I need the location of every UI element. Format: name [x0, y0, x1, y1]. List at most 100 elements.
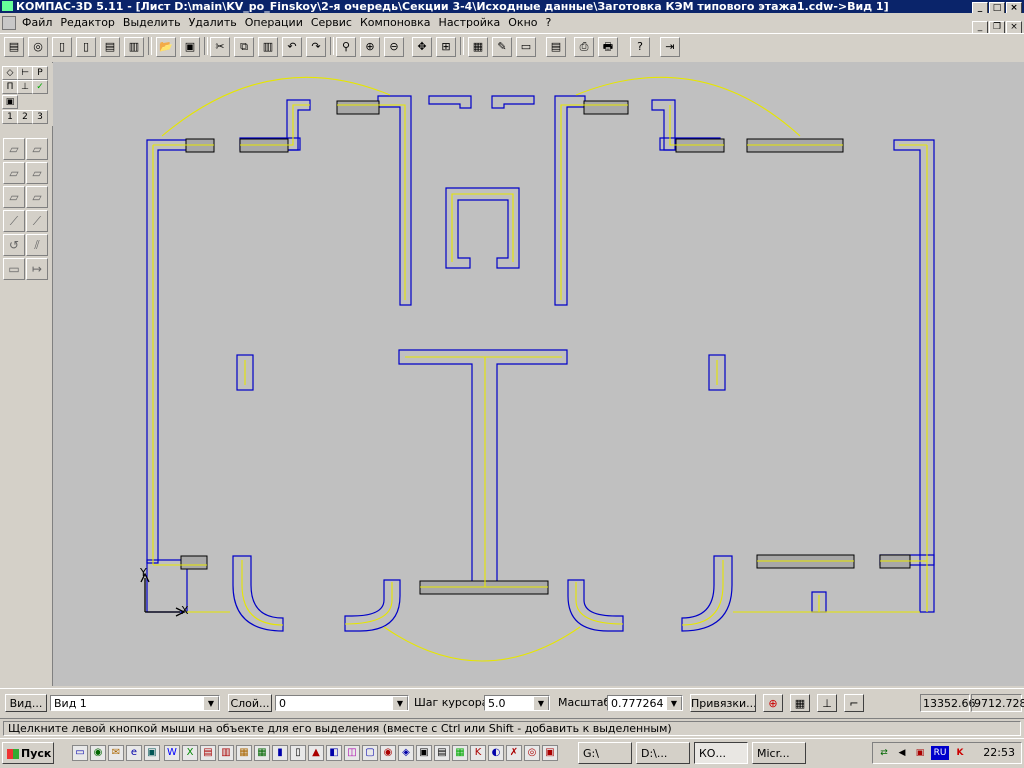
cursor-step-select[interactable]: 5.0 ▼ — [484, 695, 550, 711]
menu-layout[interactable]: Компоновка — [356, 16, 435, 29]
chevron-down-icon[interactable]: ▼ — [533, 696, 549, 710]
cut-icon[interactable]: ✂ — [210, 37, 230, 57]
floor-plan[interactable]: Y X — [53, 62, 1024, 686]
app-k-icon[interactable]: ✗ — [506, 745, 522, 761]
scale-icon[interactable]: ▱ — [3, 162, 25, 184]
desktop-icon[interactable]: ▭ — [72, 745, 88, 761]
zoom-out-icon[interactable]: ⊖ — [384, 37, 404, 57]
context-help-icon[interactable]: ? — [630, 37, 650, 57]
new-drawing-icon[interactable]: ▤ — [4, 37, 24, 57]
volume-icon[interactable]: ◀ — [895, 746, 909, 760]
document-icon[interactable] — [2, 16, 16, 30]
app-m-icon[interactable]: ▣ — [542, 745, 558, 761]
deform-icon[interactable]: ▱ — [26, 186, 48, 208]
mirror-icon[interactable]: ▱ — [26, 162, 48, 184]
app-c-icon[interactable]: ▢ — [362, 745, 378, 761]
menu-settings[interactable]: Настройка — [435, 16, 505, 29]
close-button[interactable]: × — [1006, 2, 1022, 13]
copy-icon[interactable]: ⧉ — [234, 37, 254, 57]
menu-help[interactable]: ? — [542, 16, 556, 29]
extend-icon[interactable]: ⟋ — [26, 210, 48, 232]
new-document-icon[interactable]: ▯ — [52, 37, 72, 57]
edit-icon[interactable]: ✎ — [492, 37, 512, 57]
acrobat-icon[interactable]: ▲ — [308, 745, 324, 761]
window-icon[interactable]: ▭ — [516, 37, 536, 57]
task-drive-d[interactable]: D:\... — [636, 742, 690, 764]
menu-select[interactable]: Выделить — [119, 16, 185, 29]
minimize-button[interactable]: _ — [972, 2, 988, 13]
chevron-down-icon[interactable]: ▼ — [203, 696, 219, 710]
app-i-icon[interactable]: K — [470, 745, 486, 761]
menu-operations[interactable]: Операции — [241, 16, 307, 29]
menu-editor[interactable]: Редактор — [56, 16, 119, 29]
drawing-canvas[interactable]: Y X — [53, 62, 1024, 686]
view-button[interactable]: Вид... — [5, 694, 47, 712]
projector-icon[interactable]: ▮ — [272, 745, 288, 761]
app-g-icon[interactable]: ▤ — [434, 745, 450, 761]
zoom-in-icon[interactable]: ⊕ — [360, 37, 380, 57]
hatch-icon[interactable]: ⫽ — [26, 234, 48, 256]
language-indicator[interactable]: RU — [931, 746, 949, 760]
new-text-icon[interactable]: ▯ — [76, 37, 96, 57]
grid-icon[interactable]: ▦ — [790, 694, 810, 712]
tool-icon[interactable]: ▯ — [290, 745, 306, 761]
round-icon[interactable]: ⌐ — [844, 694, 864, 712]
app-e-icon[interactable]: ◈ — [398, 745, 414, 761]
calculator-icon[interactable]: ▦ — [254, 745, 270, 761]
trim-icon[interactable]: ⟋ — [3, 210, 25, 232]
new-part-icon[interactable]: ▥ — [124, 37, 144, 57]
print-icon[interactable]: 🖶 — [598, 37, 618, 57]
menu-service[interactable]: Сервис — [307, 16, 356, 29]
powerpoint-icon[interactable]: ▥ — [218, 745, 234, 761]
move-icon[interactable]: ▱ — [3, 138, 25, 160]
task-microsoft[interactable]: Micr... — [752, 742, 806, 764]
snaps-button[interactable]: Привязки... — [690, 694, 756, 712]
mail-icon[interactable]: ✉ — [108, 745, 124, 761]
calc-icon[interactable]: ▦ — [468, 37, 488, 57]
menu-file[interactable]: Файл — [18, 16, 56, 29]
app-d-icon[interactable]: ◉ — [380, 745, 396, 761]
layers-icon[interactable]: ▣ — [2, 95, 18, 109]
database-icon[interactable]: ▤ — [546, 37, 566, 57]
menu-window[interactable]: Окно — [504, 16, 541, 29]
app-l-icon[interactable]: ◎ — [524, 745, 540, 761]
menu-delete[interactable]: Удалить — [185, 16, 241, 29]
check-mode-icon[interactable]: ✓ — [32, 80, 48, 94]
fit-all-icon[interactable]: ⊞ — [436, 37, 456, 57]
snap-mode-icon[interactable]: ⊥ — [17, 80, 33, 94]
exit-icon[interactable]: ⇥ — [660, 37, 680, 57]
app-f-icon[interactable]: ▣ — [416, 745, 432, 761]
task-drive-g[interactable]: G:\ — [578, 742, 632, 764]
ortho-icon[interactable]: ⊥ — [817, 694, 837, 712]
access-icon[interactable]: ▤ — [200, 745, 216, 761]
task-kompas[interactable]: КО... — [694, 742, 748, 764]
maximize-button[interactable]: □ — [989, 2, 1005, 13]
app-j-icon[interactable]: ◐ — [488, 745, 504, 761]
new-spec-icon[interactable]: ▤ — [100, 37, 120, 57]
select-mode-icon[interactable]: ◇ — [2, 66, 18, 80]
snap-icon[interactable]: ⊕ — [763, 694, 783, 712]
split-icon[interactable]: ↦ — [26, 258, 48, 280]
save-icon[interactable]: ▣ — [180, 37, 200, 57]
page-2-button[interactable]: 2 — [17, 110, 33, 124]
antivirus-icon[interactable]: ▣ — [913, 746, 927, 760]
kaspersky-icon[interactable]: K — [953, 746, 967, 760]
word-icon[interactable]: W — [164, 745, 180, 761]
ortho-mode-icon[interactable]: П — [2, 80, 18, 94]
open-icon[interactable]: 📂 — [156, 37, 176, 57]
app-a-icon[interactable]: ◧ — [326, 745, 342, 761]
explorer-icon[interactable]: ◉ — [90, 745, 106, 761]
view-select[interactable]: Вид 1 ▼ — [50, 695, 220, 711]
page-1-button[interactable]: 1 — [2, 110, 18, 124]
app-h-icon[interactable]: ▦ — [452, 745, 468, 761]
chevron-down-icon[interactable]: ▼ — [392, 696, 408, 710]
folder-icon[interactable]: ▣ — [144, 745, 160, 761]
binder-icon[interactable]: ▦ — [236, 745, 252, 761]
app-b-icon[interactable]: ◫ — [344, 745, 360, 761]
parametric-mode-icon[interactable]: Р — [32, 66, 48, 80]
copy-objects-icon[interactable]: ▱ — [3, 186, 25, 208]
undo-icon[interactable]: ↶ — [282, 37, 302, 57]
network-icon[interactable]: ⇄ — [877, 746, 891, 760]
page-3-button[interactable]: 3 — [32, 110, 48, 124]
geometry-mode-icon[interactable]: ⊢ — [17, 66, 33, 80]
